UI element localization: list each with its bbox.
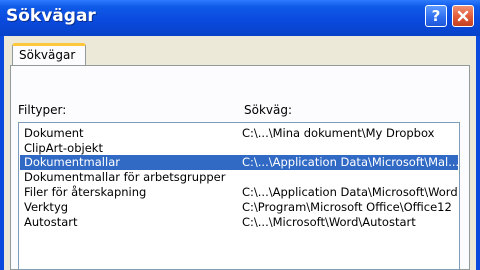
close-icon [457,10,469,22]
list-item[interactable]: Verktyg C:\Program\Microsoft Office\Offi… [20,200,458,215]
path-label: Sökväg: [244,103,293,117]
help-icon: ? [431,7,441,25]
file-type-cell: Filer för återskapning [24,185,147,199]
list-item[interactable]: Dokument C:\...\Mina dokument\My Dropbox [20,126,458,141]
file-type-cell: Dokumentmallar [24,155,120,169]
filetypes-label: Filtyper: [18,103,67,117]
list-item[interactable]: Autostart C:\...\Microsoft\Word\Autostar… [20,215,458,230]
path-cell: C:\...\Mina dokument\My Dropbox [242,126,435,140]
file-type-cell: Dokument [24,126,84,140]
help-button[interactable]: ? [425,5,447,27]
path-cell: C:\...\Application Data\Microsoft\Word [242,185,458,199]
file-location-list[interactable]: Dokument C:\...\Mina dokument\My Dropbox… [18,122,460,270]
file-type-cell: ClipArt-objekt [24,141,103,155]
file-type-cell: Dokumentmallar för arbetsgrupper [24,170,226,184]
list-item[interactable]: Dokumentmallar för arbetsgrupper [20,170,458,185]
path-cell: C:\Program\Microsoft Office\Office12 [242,200,452,214]
path-cell: C:\...\Microsoft\Word\Autostart [242,215,416,229]
tab-sokvagar[interactable]: Sökvägar [12,43,86,65]
list-item[interactable]: ClipArt-objekt [20,141,458,156]
close-button[interactable] [452,5,474,27]
path-cell: C:\...\Application Data\Microsoft\Mal... [242,155,460,169]
file-type-cell: Verktyg [24,200,69,214]
file-type-cell: Autostart [24,215,78,229]
tab-label: Sökvägar [19,48,76,62]
list-item[interactable]: Filer för återskapning C:\...\Applicatio… [20,185,458,200]
list-item-selected[interactable]: Dokumentmallar C:\...\Application Data\M… [20,155,460,170]
title-bar[interactable]: Sökvägar ? [0,0,480,36]
window-title: Sökvägar [6,6,96,26]
